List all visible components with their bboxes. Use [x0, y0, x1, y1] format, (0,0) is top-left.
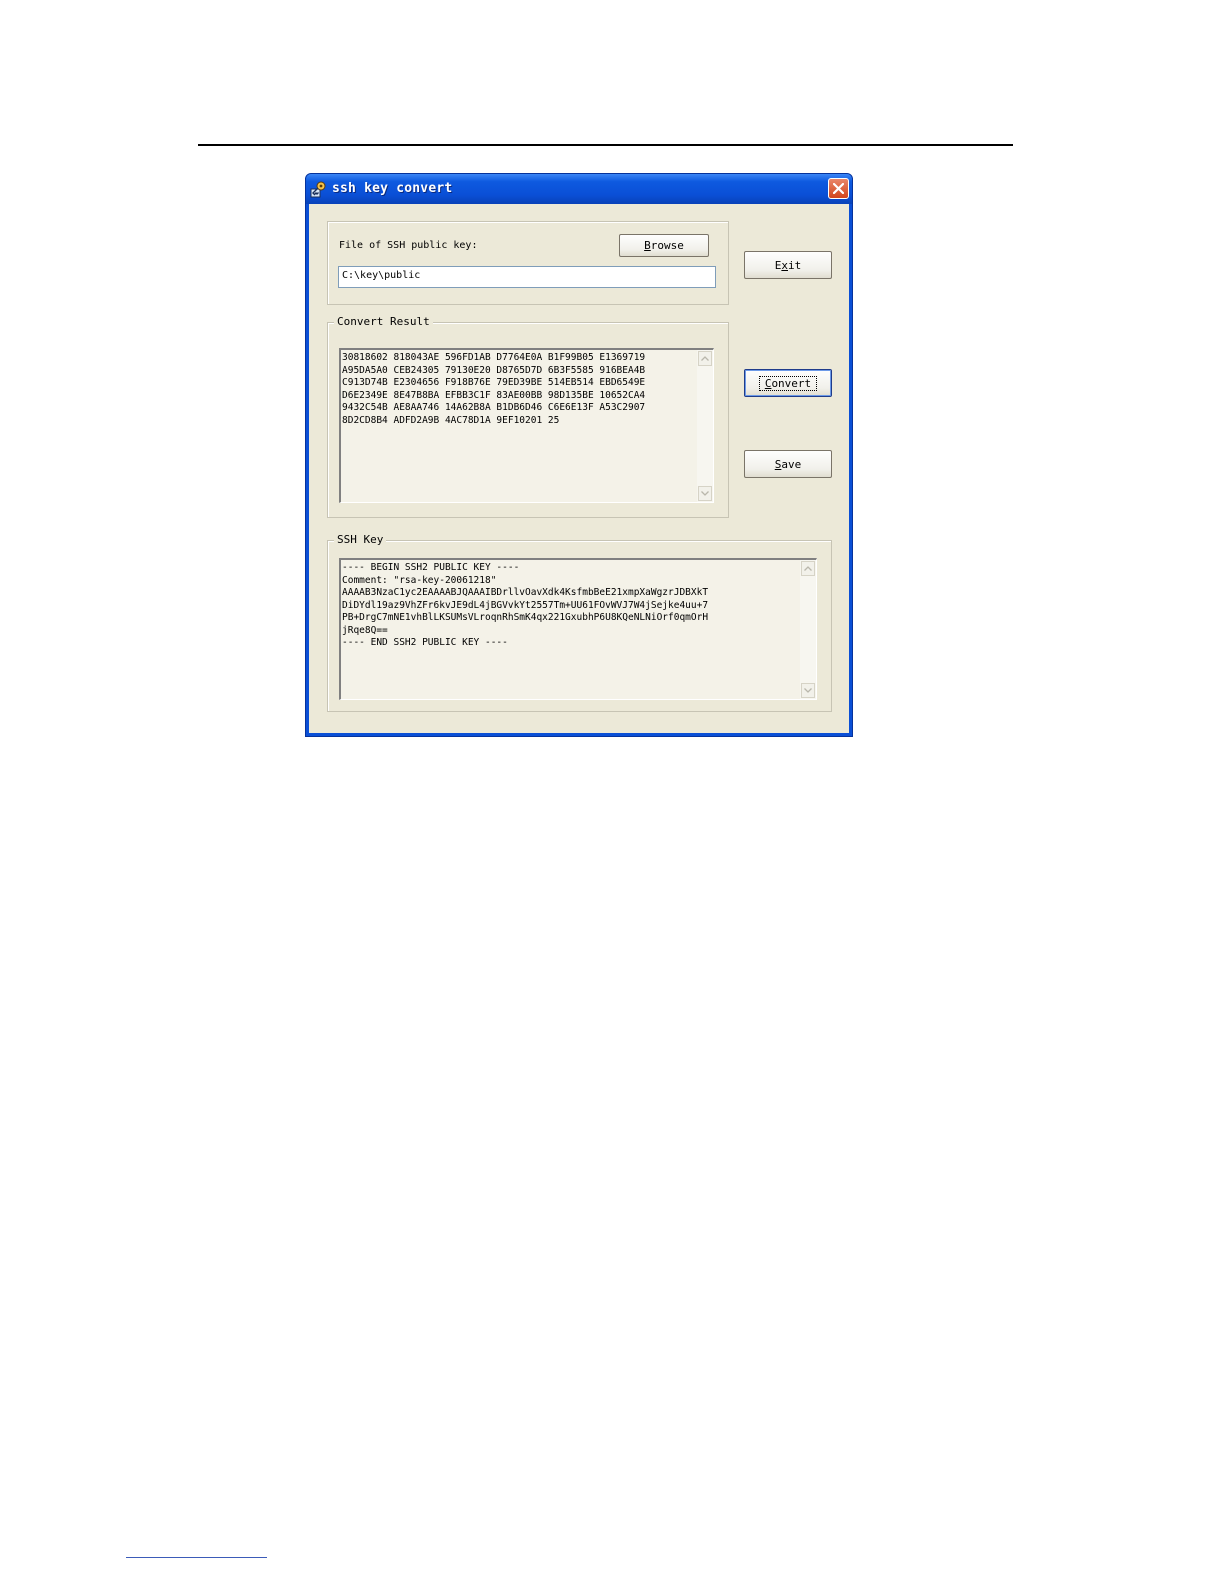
ssh-key-textarea[interactable]: ---- BEGIN SSH2 PUBLIC KEY ---- Comment:… [339, 558, 817, 700]
exit-label-rest: it [788, 258, 802, 272]
file-path-value: C:\key\public [342, 270, 421, 281]
chevron-up-icon [701, 356, 709, 361]
browse-label-rest: rowse [650, 239, 684, 252]
file-path-input[interactable]: C:\key\public [338, 266, 716, 288]
scroll-down-button[interactable] [801, 683, 815, 698]
exit-button[interactable]: Exit [744, 251, 832, 279]
ssh-key-convert-window: ssh key convert File of SSH public key: … [305, 173, 853, 737]
scroll-up-button[interactable] [801, 561, 815, 576]
close-button[interactable] [828, 178, 849, 199]
chevron-down-icon [701, 491, 709, 496]
chevron-up-icon [804, 566, 812, 571]
file-label: File of SSH public key: [339, 240, 478, 251]
convert-label-rest: onvert [771, 376, 812, 390]
convert-result-label: Convert Result [334, 315, 433, 328]
ssh-key-text: ---- BEGIN SSH2 PUBLIC KEY ---- Comment:… [342, 562, 709, 648]
exit-mnemonic: x [781, 258, 788, 272]
close-icon [833, 183, 844, 194]
title-bar[interactable]: ssh key convert [306, 174, 852, 204]
dialog-client-area: File of SSH public key: Browse C:\key\pu… [309, 204, 849, 733]
footnote-rule [126, 1557, 267, 1558]
scroll-down-button[interactable] [698, 486, 712, 501]
key-app-icon [310, 180, 328, 198]
chevron-down-icon [804, 688, 812, 693]
browse-button[interactable]: Browse [619, 234, 709, 257]
ssh-key-group: SSH Key ---- BEGIN SSH2 PUBLIC KEY ---- … [327, 533, 832, 712]
convert-result-group: Convert Result 30818602 818043AE 596FD1A… [327, 315, 729, 518]
convert-button[interactable]: Convert [744, 369, 832, 397]
convert-result-textarea[interactable]: 30818602 818043AE 596FD1AB D7764E0A B1F9… [339, 348, 714, 503]
file-group: File of SSH public key: Browse C:\key\pu… [327, 221, 729, 305]
window-title: ssh key convert [332, 181, 453, 196]
browse-mnemonic: B [644, 239, 651, 252]
scroll-up-button[interactable] [698, 351, 712, 366]
page-header-rule [198, 144, 1013, 146]
save-button[interactable]: Save [744, 450, 832, 478]
ssh-key-label: SSH Key [334, 533, 387, 546]
ssh-key-scrollbar[interactable] [800, 560, 816, 699]
convert-result-scrollbar[interactable] [697, 350, 713, 502]
save-label-rest: ave [781, 457, 802, 471]
convert-result-text: 30818602 818043AE 596FD1AB D7764E0A B1F9… [342, 352, 646, 426]
